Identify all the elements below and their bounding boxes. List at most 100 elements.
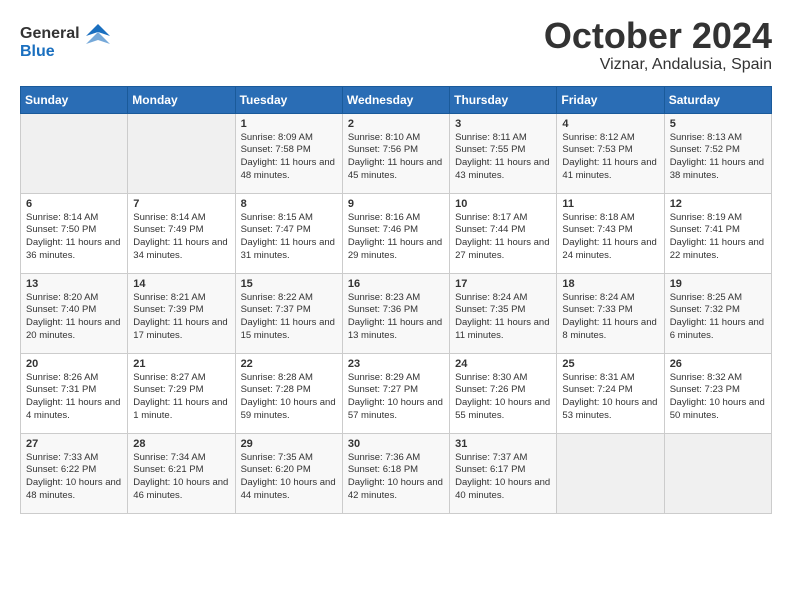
location: Viznar, Andalusia, Spain xyxy=(544,56,772,74)
weekday-header-cell: Wednesday xyxy=(342,86,449,113)
calendar-week-row: 20 Sunrise: 8:26 AM Sunset: 7:31 PM Dayli… xyxy=(21,353,772,433)
calendar-cell: 18 Sunrise: 8:24 AM Sunset: 7:33 PM Dayli… xyxy=(557,273,664,353)
weekday-header-cell: Thursday xyxy=(450,86,557,113)
day-number: 30 xyxy=(348,438,444,450)
svg-text:Blue: Blue xyxy=(20,43,55,60)
cell-content: Sunrise: 8:15 AM Sunset: 7:47 PM Dayligh… xyxy=(241,212,337,263)
cell-content: Sunrise: 7:36 AM Sunset: 6:18 PM Dayligh… xyxy=(348,452,444,503)
day-number: 3 xyxy=(455,118,551,130)
cell-content: Sunrise: 8:17 AM Sunset: 7:44 PM Dayligh… xyxy=(455,212,551,263)
day-number: 24 xyxy=(455,358,551,370)
cell-content: Sunrise: 8:29 AM Sunset: 7:27 PM Dayligh… xyxy=(348,372,444,423)
day-number: 11 xyxy=(562,198,658,210)
cell-content: Sunrise: 8:22 AM Sunset: 7:37 PM Dayligh… xyxy=(241,292,337,343)
calendar-cell: 26 Sunrise: 8:32 AM Sunset: 7:23 PM Dayli… xyxy=(664,353,771,433)
day-number: 23 xyxy=(348,358,444,370)
cell-content: Sunrise: 8:14 AM Sunset: 7:50 PM Dayligh… xyxy=(26,212,122,263)
day-number: 18 xyxy=(562,278,658,290)
calendar-cell: 14 Sunrise: 8:21 AM Sunset: 7:39 PM Dayli… xyxy=(128,273,235,353)
calendar-cell: 16 Sunrise: 8:23 AM Sunset: 7:36 PM Dayli… xyxy=(342,273,449,353)
day-number: 4 xyxy=(562,118,658,130)
logo: General Blue xyxy=(20,16,110,69)
cell-content: Sunrise: 8:14 AM Sunset: 7:49 PM Dayligh… xyxy=(133,212,229,263)
calendar-cell: 15 Sunrise: 8:22 AM Sunset: 7:37 PM Dayli… xyxy=(235,273,342,353)
cell-content: Sunrise: 7:37 AM Sunset: 6:17 PM Dayligh… xyxy=(455,452,551,503)
calendar-cell: 27 Sunrise: 7:33 AM Sunset: 6:22 PM Dayli… xyxy=(21,433,128,513)
cell-content: Sunrise: 8:16 AM Sunset: 7:46 PM Dayligh… xyxy=(348,212,444,263)
cell-content: Sunrise: 8:18 AM Sunset: 7:43 PM Dayligh… xyxy=(562,212,658,263)
calendar-cell: 10Sunrise: 8:17 AM Sunset: 7:44 PM Dayli… xyxy=(450,193,557,273)
calendar-cell: 24Sunrise: 8:30 AM Sunset: 7:26 PM Dayli… xyxy=(450,353,557,433)
weekday-header-cell: Sunday xyxy=(21,86,128,113)
day-number: 25 xyxy=(562,358,658,370)
calendar-cell xyxy=(128,113,235,193)
cell-content: Sunrise: 8:20 AM Sunset: 7:40 PM Dayligh… xyxy=(26,292,122,343)
calendar-cell: 13 Sunrise: 8:20 AM Sunset: 7:40 PM Dayli… xyxy=(21,273,128,353)
weekday-header-cell: Tuesday xyxy=(235,86,342,113)
cell-content: Sunrise: 8:24 AM Sunset: 7:33 PM Dayligh… xyxy=(562,292,658,343)
cell-content: Sunrise: 8:10 AM Sunset: 7:56 PM Dayligh… xyxy=(348,132,444,183)
day-number: 6 xyxy=(26,198,122,210)
calendar-cell: 28 Sunrise: 7:34 AM Sunset: 6:21 PM Dayli… xyxy=(128,433,235,513)
calendar-cell: 1Sunrise: 8:09 AM Sunset: 7:58 PM Daylig… xyxy=(235,113,342,193)
day-number: 21 xyxy=(133,358,229,370)
calendar-cell: 3 Sunrise: 8:11 AM Sunset: 7:55 PM Daylig… xyxy=(450,113,557,193)
cell-content: Sunrise: 8:31 AM Sunset: 7:24 PM Dayligh… xyxy=(562,372,658,423)
weekday-header-cell: Monday xyxy=(128,86,235,113)
day-number: 17 xyxy=(455,278,551,290)
cell-content: Sunrise: 8:32 AM Sunset: 7:23 PM Dayligh… xyxy=(670,372,766,423)
cell-content: Sunrise: 8:27 AM Sunset: 7:29 PM Dayligh… xyxy=(133,372,229,423)
day-number: 31 xyxy=(455,438,551,450)
calendar-cell: 4 Sunrise: 8:12 AM Sunset: 7:53 PM Daylig… xyxy=(557,113,664,193)
calendar-cell: 2 Sunrise: 8:10 AM Sunset: 7:56 PM Daylig… xyxy=(342,113,449,193)
cell-content: Sunrise: 7:35 AM Sunset: 6:20 PM Dayligh… xyxy=(241,452,337,503)
calendar-cell: 20 Sunrise: 8:26 AM Sunset: 7:31 PM Dayli… xyxy=(21,353,128,433)
day-number: 9 xyxy=(348,198,444,210)
cell-content: Sunrise: 8:21 AM Sunset: 7:39 PM Dayligh… xyxy=(133,292,229,343)
calendar-week-row: 6 Sunrise: 8:14 AM Sunset: 7:50 PM Daylig… xyxy=(21,193,772,273)
weekday-header-cell: Friday xyxy=(557,86,664,113)
day-number: 19 xyxy=(670,278,766,290)
cell-content: Sunrise: 8:19 AM Sunset: 7:41 PM Dayligh… xyxy=(670,212,766,263)
day-number: 7 xyxy=(133,198,229,210)
calendar-body: 1Sunrise: 8:09 AM Sunset: 7:58 PM Daylig… xyxy=(21,113,772,513)
header: General Blue October 2024 Viznar, Andalu… xyxy=(20,16,772,74)
day-number: 27 xyxy=(26,438,122,450)
calendar-cell: 25 Sunrise: 8:31 AM Sunset: 7:24 PM Dayli… xyxy=(557,353,664,433)
calendar-week-row: 13 Sunrise: 8:20 AM Sunset: 7:40 PM Dayli… xyxy=(21,273,772,353)
calendar-cell: 17 Sunrise: 8:24 AM Sunset: 7:35 PM Dayli… xyxy=(450,273,557,353)
day-number: 2 xyxy=(348,118,444,130)
day-number: 15 xyxy=(241,278,337,290)
calendar-cell: 8 Sunrise: 8:15 AM Sunset: 7:47 PM Daylig… xyxy=(235,193,342,273)
day-number: 8 xyxy=(241,198,337,210)
calendar-cell: 29Sunrise: 7:35 AM Sunset: 6:20 PM Dayli… xyxy=(235,433,342,513)
weekday-header-cell: Saturday xyxy=(664,86,771,113)
cell-content: Sunrise: 8:25 AM Sunset: 7:32 PM Dayligh… xyxy=(670,292,766,343)
title-section: October 2024 Viznar, Andalusia, Spain xyxy=(544,16,772,74)
day-number: 26 xyxy=(670,358,766,370)
calendar-cell: 22Sunrise: 8:28 AM Sunset: 7:28 PM Dayli… xyxy=(235,353,342,433)
cell-content: Sunrise: 8:12 AM Sunset: 7:53 PM Dayligh… xyxy=(562,132,658,183)
day-number: 28 xyxy=(133,438,229,450)
calendar-cell xyxy=(664,433,771,513)
cell-content: Sunrise: 8:11 AM Sunset: 7:55 PM Dayligh… xyxy=(455,132,551,183)
calendar-cell: 6 Sunrise: 8:14 AM Sunset: 7:50 PM Daylig… xyxy=(21,193,128,273)
cell-content: Sunrise: 8:24 AM Sunset: 7:35 PM Dayligh… xyxy=(455,292,551,343)
svg-text:General: General xyxy=(20,25,80,42)
cell-content: Sunrise: 8:26 AM Sunset: 7:31 PM Dayligh… xyxy=(26,372,122,423)
cell-content: Sunrise: 7:34 AM Sunset: 6:21 PM Dayligh… xyxy=(133,452,229,503)
calendar-cell: 30 Sunrise: 7:36 AM Sunset: 6:18 PM Dayli… xyxy=(342,433,449,513)
day-number: 13 xyxy=(26,278,122,290)
day-number: 20 xyxy=(26,358,122,370)
day-number: 5 xyxy=(670,118,766,130)
day-number: 16 xyxy=(348,278,444,290)
calendar-container: General Blue October 2024 Viznar, Andalu… xyxy=(0,0,792,530)
cell-content: Sunrise: 8:23 AM Sunset: 7:36 PM Dayligh… xyxy=(348,292,444,343)
day-number: 1 xyxy=(241,118,337,130)
day-number: 14 xyxy=(133,278,229,290)
cell-content: Sunrise: 7:33 AM Sunset: 6:22 PM Dayligh… xyxy=(26,452,122,503)
calendar-cell: 21 Sunrise: 8:27 AM Sunset: 7:29 PM Dayli… xyxy=(128,353,235,433)
calendar-cell xyxy=(21,113,128,193)
cell-content: Sunrise: 8:13 AM Sunset: 7:52 PM Dayligh… xyxy=(670,132,766,183)
day-number: 22 xyxy=(241,358,337,370)
